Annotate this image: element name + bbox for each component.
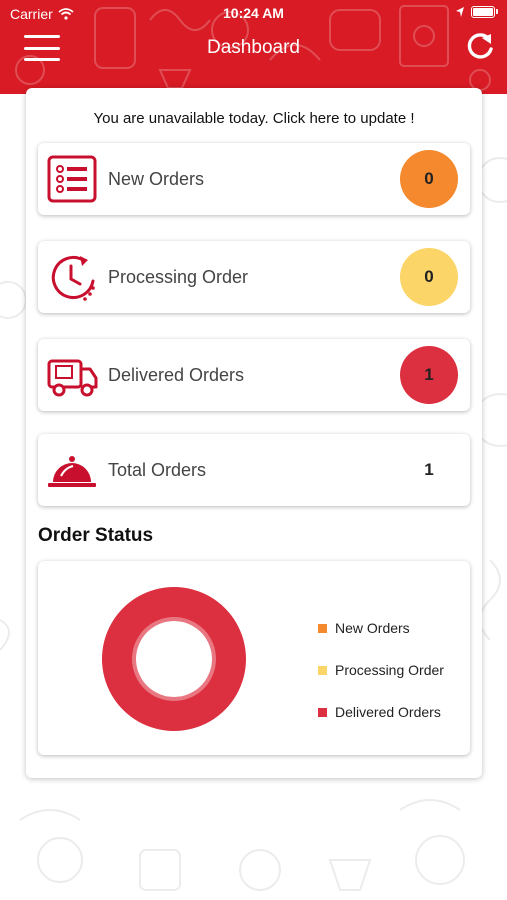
availability-notice[interactable]: You are unavailable today. Click here to… xyxy=(26,110,482,127)
clock-icon xyxy=(51,256,95,301)
status-time: 10:24 AM xyxy=(223,5,284,21)
delivered-orders-count-badge: 1 xyxy=(400,346,458,404)
status-right xyxy=(455,6,498,18)
processing-order-card[interactable]: Processing Order 0 xyxy=(38,241,470,313)
legend-item-processing-order: Processing Order xyxy=(318,649,444,691)
order-list-icon xyxy=(47,155,97,203)
app-header: Carrier 10:24 AM Dashboard xyxy=(0,0,507,94)
legend-swatch xyxy=(318,623,327,633)
processing-order-count-badge: 0 xyxy=(400,248,458,306)
delivered-orders-label: Delivered Orders xyxy=(108,365,245,385)
legend-label: New Orders xyxy=(335,620,410,636)
refresh-icon[interactable] xyxy=(465,31,495,63)
status-bar: Carrier 10:24 AM xyxy=(0,0,507,26)
processing-order-label: Processing Order xyxy=(108,267,249,287)
total-orders-label: Total Orders xyxy=(108,460,207,480)
delivered-orders-card[interactable]: Delivered Orders 1 xyxy=(38,339,470,411)
donut-inner-ring xyxy=(132,617,216,701)
order-status-title: Order Status xyxy=(38,525,154,546)
page-title: Dashboard xyxy=(207,37,300,58)
legend-item-new-orders: New Orders xyxy=(318,607,444,649)
battery-icon xyxy=(471,6,498,18)
legend-label: Processing Order xyxy=(335,662,444,678)
food-cloche-icon xyxy=(48,456,96,487)
delivery-truck-icon xyxy=(47,359,98,397)
legend-swatch xyxy=(318,665,327,675)
order-status-donut-chart xyxy=(101,587,246,731)
order-status-chart-card: New Orders Processing Order Delivered Orde… xyxy=(38,561,470,755)
total-orders-card[interactable]: Total Orders 1 xyxy=(38,434,470,506)
new-orders-count-badge: 0 xyxy=(400,150,458,208)
total-orders-count: 1 xyxy=(424,460,434,479)
donut-slice-delivered-orders xyxy=(101,587,246,731)
new-orders-label: New Orders xyxy=(108,169,205,189)
legend-item-delivered-orders: Delivered Orders xyxy=(318,691,444,733)
legend-label: Delivered Orders xyxy=(335,704,441,720)
location-arrow-icon xyxy=(456,7,464,17)
legend-swatch xyxy=(318,707,327,717)
order-status-legend: New Orders Processing Order Delivered Orde… xyxy=(318,607,444,733)
dashboard-panel: You are unavailable today. Click here to… xyxy=(26,88,482,778)
new-orders-card[interactable]: New Orders 0 xyxy=(38,143,470,215)
